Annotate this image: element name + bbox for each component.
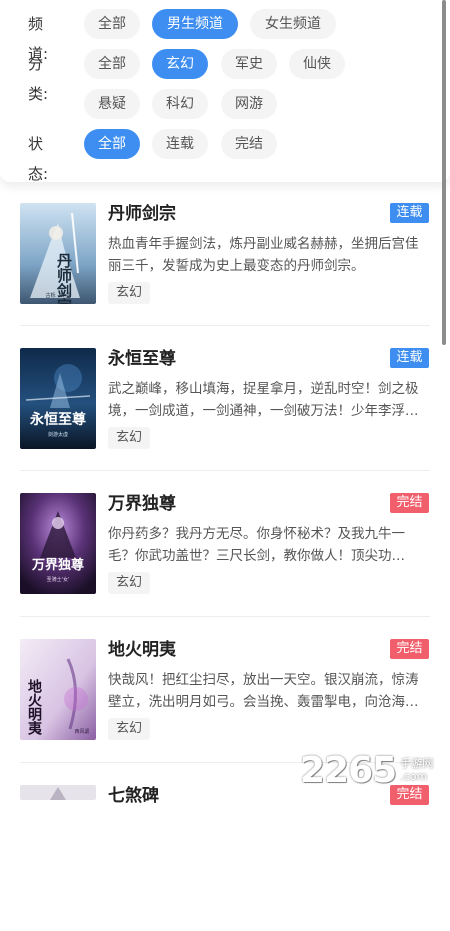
channel-chip-male[interactable]: 男生频道	[152, 9, 238, 39]
status-chip-ongoing[interactable]: 连载	[152, 129, 208, 159]
book-cover-art: 丹师剑宗 古栎 · 作品	[20, 203, 96, 304]
book-cover[interactable]: 丹师剑宗 古栎 · 作品	[20, 203, 96, 304]
genre-tag[interactable]: 玄幻	[108, 282, 151, 304]
cover-title-text: 地火明夷	[26, 678, 43, 736]
category-chip-mystery[interactable]: 悬疑	[84, 89, 140, 119]
cover-author-text: 古栎 · 作品	[46, 292, 71, 299]
status-badge: 连载	[390, 348, 429, 368]
status-badge: 完结	[390, 493, 429, 513]
genre-tag[interactable]: 玄幻	[108, 427, 151, 449]
book-item[interactable]: 七煞碑 完结	[0, 785, 450, 931]
status-chip-completed[interactable]: 完结	[221, 129, 277, 159]
book-cover-art: 万界独尊 圣骑士'女'	[20, 493, 96, 594]
book-title[interactable]: 丹师剑宗	[108, 201, 176, 227]
list-divider	[20, 616, 430, 617]
book-title[interactable]: 永恒至尊	[108, 346, 176, 372]
cover-author-text: 西风紧	[74, 728, 89, 735]
book-cover-art: 永恒至尊 剑游太虚	[20, 348, 96, 449]
category-chip-all[interactable]: 全部	[84, 49, 140, 79]
status-chip-all[interactable]: 全部	[84, 129, 140, 159]
book-cover[interactable]: 地火明夷 西风紧	[20, 639, 96, 740]
channel-chip-all[interactable]: 全部	[84, 9, 140, 39]
book-description: 你丹药多？我丹方无尽。你身怀秘术？及我九牛一毛？你武功盖世？三尺长剑，教你做人！…	[108, 526, 405, 564]
scrollbar[interactable]	[442, 0, 446, 345]
category-chip-xuanhuan[interactable]: 玄幻	[152, 49, 208, 79]
site-watermark: 2265 手游网 .com	[300, 748, 433, 792]
channel-filter-label: 频道:	[28, 15, 49, 63]
book-item[interactable]: 万界独尊 圣骑士'女' 万界独尊 完结 你丹药多？我丹方无尽。你身怀秘术？及我九…	[0, 493, 450, 639]
book-cover[interactable]	[20, 785, 96, 800]
watermark-number: 2265	[300, 749, 397, 791]
book-title[interactable]: 万界独尊	[108, 491, 176, 517]
book-cover-art	[20, 785, 96, 800]
status-badge: 完结	[390, 639, 429, 659]
book-item[interactable]: 丹师剑宗 古栎 · 作品 丹师剑宗 连载 热血青年手握剑法，炼丹副业威名赫赫，坐…	[0, 203, 450, 349]
filter-panel: 频道: 全部 男生频道 女生频道 分类: 全部 玄幻 军史 仙侠 悬疑 科幻 网…	[0, 0, 450, 183]
book-title[interactable]: 七煞碑	[108, 783, 159, 809]
list-divider	[20, 470, 430, 471]
cover-author-text: 圣骑士'女'	[47, 576, 70, 583]
category-chip-military[interactable]: 军史	[221, 49, 277, 79]
watermark-suffix: 手游网 .com	[400, 757, 433, 783]
category-chip-online-game[interactable]: 网游	[221, 89, 277, 119]
cover-author-text: 剑游太虚	[48, 431, 68, 438]
watermark-suffix-top: 手游网	[400, 757, 434, 770]
book-cover[interactable]: 永恒至尊 剑游太虚	[20, 348, 96, 449]
genre-tag[interactable]: 玄幻	[108, 572, 151, 594]
cover-title-text: 万界独尊	[31, 557, 84, 573]
book-description: 武之巅峰，移山填海，捉星拿月，逆乱时空！剑之极境，一剑成道，一剑通神，一剑破万法…	[108, 381, 419, 419]
book-title[interactable]: 地火明夷	[108, 637, 176, 663]
cover-title-text: 永恒至尊	[29, 411, 86, 428]
book-item[interactable]: 永恒至尊 剑游太虚 永恒至尊 连载 武之巅峰，移山填海，捉星拿月，逆乱时空！剑之…	[0, 348, 450, 494]
genre-tag[interactable]: 玄幻	[108, 718, 151, 740]
status-badge: 连载	[390, 203, 429, 223]
book-description: 快哉风！把红尘扫尽，放出一天空。银汉崩流，惊涛壁立，洗出明月如弓。会当挽、轰雷掣…	[108, 672, 419, 710]
channel-chip-female[interactable]: 女生频道	[250, 9, 336, 39]
category-chip-scifi[interactable]: 科幻	[152, 89, 208, 119]
status-filter-label: 状态:	[28, 135, 49, 183]
book-cover[interactable]: 万界独尊 圣骑士'女'	[20, 493, 96, 594]
watermark-suffix-bottom: .com	[400, 770, 428, 783]
book-cover-art: 地火明夷 西风紧	[20, 639, 96, 740]
category-filter-label: 分类:	[28, 55, 49, 103]
category-chip-xianxia[interactable]: 仙侠	[289, 49, 345, 79]
book-description: 热血青年手握剑法，炼丹副业威名赫赫，坐拥后宫佳丽三千，发誓成为史上最变态的丹师剑…	[108, 236, 419, 274]
list-divider	[20, 325, 430, 326]
